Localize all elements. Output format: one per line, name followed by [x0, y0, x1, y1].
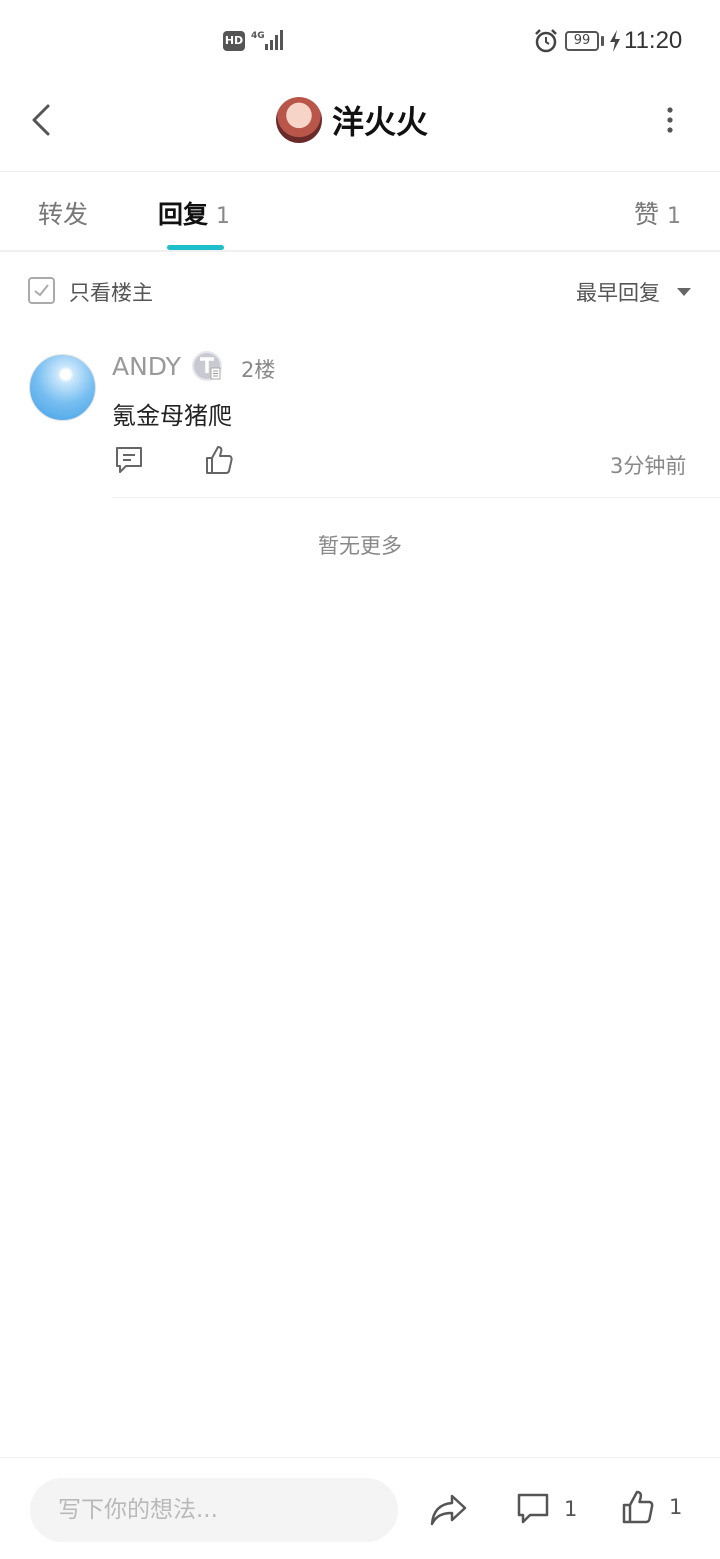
battery-icon: 99 [565, 31, 599, 51]
comment-count-button[interactable]: 1 [516, 1491, 577, 1527]
tab-reply-count: 1 [216, 204, 231, 229]
tab-like-label: 赞 [634, 200, 660, 229]
header: 洋火火 [0, 80, 720, 172]
page-title: 洋火火 [332, 103, 429, 141]
tab-reply-label: 回复 [158, 200, 209, 229]
divider [112, 497, 720, 498]
status-bar: HD 4G 99 11:20 [0, 0, 720, 80]
comment-text: 氪金母猪爬 [112, 402, 232, 430]
tab-forward[interactable]: 转发 [38, 195, 88, 231]
battery-tip [601, 36, 604, 46]
like-count-button[interactable]: 1 [621, 1488, 682, 1526]
more-options-icon[interactable] [656, 104, 684, 136]
charging-icon [610, 30, 620, 52]
alarm-icon [535, 29, 557, 53]
page: HD 4G 99 11:20 洋火火 转发 回复 1 赞 1 只看楼主 最早回复… [0, 0, 720, 1559]
active-tab-indicator [167, 245, 224, 250]
tab-like-count: 1 [667, 204, 682, 229]
only-op-checkbox[interactable] [28, 277, 55, 304]
commenter-avatar[interactable] [29, 354, 96, 421]
reply-icon[interactable] [114, 445, 144, 475]
sort-dropdown[interactable]: 最早回复 [576, 277, 660, 307]
like-icon [622, 1490, 654, 1524]
title-group[interactable]: 洋火火 [276, 96, 428, 144]
comment-timestamp: 3分钟前 [610, 454, 687, 478]
network-type-label: 4G [251, 31, 265, 41]
share-icon[interactable] [430, 1492, 468, 1528]
like-count: 1 [669, 1495, 683, 1519]
thumbs-up-icon[interactable] [204, 444, 234, 476]
comment-input[interactable] [30, 1478, 398, 1542]
comment-count: 1 [564, 1497, 578, 1521]
tab-forward-label: 转发 [38, 200, 89, 229]
hd-icon: HD [223, 31, 245, 51]
tab-reply[interactable]: 回复 1 [158, 195, 230, 231]
back-arrow-icon[interactable] [24, 100, 60, 140]
author-avatar[interactable] [276, 97, 322, 143]
no-more-text: 暂无更多 [318, 534, 402, 558]
comment-icon [517, 1493, 549, 1524]
level-badge-icon [192, 351, 222, 381]
tab-like[interactable]: 赞1 [634, 195, 681, 231]
tab-bar: 转发 回复 1 赞1 [0, 173, 720, 252]
comment-item: ANDY 2楼 氪金母猪爬 3分钟前 [0, 340, 720, 498]
signal-icon: 4G [251, 30, 283, 50]
filter-row: 只看楼主 最早回复 [0, 254, 720, 326]
floor-label: 2楼 [241, 358, 276, 382]
clock: 11:20 [624, 27, 683, 54]
only-op-label[interactable]: 只看楼主 [69, 277, 153, 307]
caret-down-icon[interactable] [677, 288, 691, 296]
bottom-bar: 1 1 [0, 1457, 720, 1559]
commenter-name[interactable]: ANDY [112, 352, 181, 381]
